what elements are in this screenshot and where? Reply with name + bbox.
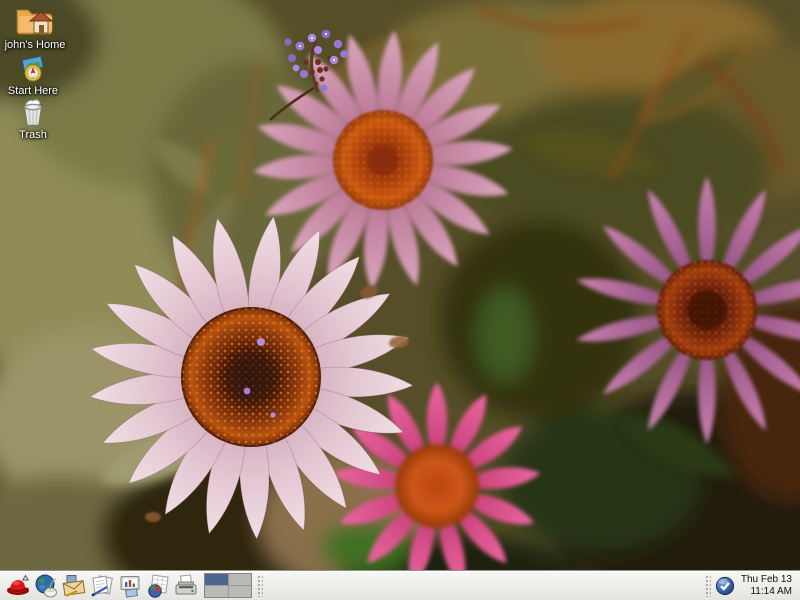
launcher-spreadsheet[interactable] (144, 572, 171, 599)
launcher-web-browser[interactable] (32, 572, 59, 599)
workspace-cell-2[interactable] (229, 574, 252, 585)
desktop-icon-label: Start Here (8, 85, 58, 97)
workspace-switcher (204, 573, 252, 598)
taskbar-panel: Thu Feb 13 11:14 AM (0, 570, 800, 600)
launcher-main-menu[interactable] (4, 572, 31, 599)
spreadsheet-icon (145, 573, 171, 599)
desktop-icon-label: Trash (19, 129, 47, 141)
desktop-icon-johns-home[interactable]: john's Home (2, 5, 68, 51)
clock[interactable]: Thu Feb 13 11:14 AM (736, 574, 797, 597)
panel-launchers (0, 572, 266, 599)
desktop-icon-start-here[interactable]: Start Here (0, 56, 66, 97)
clock-time: 11:14 AM (741, 586, 792, 598)
clock-date: Thu Feb 13 (741, 574, 792, 586)
launcher-presentation[interactable] (116, 572, 143, 599)
panel-handle-left[interactable] (256, 574, 263, 597)
trash-icon (20, 99, 46, 126)
launcher-word-processor[interactable] (88, 572, 115, 599)
panel-notification-area: Thu Feb 13 11:14 AM (701, 574, 800, 597)
word-processor-icon (89, 573, 115, 599)
desktop[interactable]: john's Home Start Here Trash (0, 0, 800, 600)
update-check-icon (715, 576, 735, 596)
workspace-cell-3[interactable] (205, 586, 228, 597)
email-icon (61, 573, 87, 599)
launcher-email[interactable] (60, 572, 87, 599)
web-browser-icon (33, 573, 59, 599)
panel-handle-right[interactable] (704, 574, 711, 597)
desktop-icon-label: john's Home (5, 39, 66, 51)
update-notifier-button[interactable] (714, 575, 736, 597)
red-hat-menu-icon (5, 573, 31, 599)
printer-icon (173, 573, 199, 599)
launcher-printer[interactable] (172, 572, 199, 599)
wallpaper-image (0, 0, 800, 600)
workspace-cell-4[interactable] (229, 586, 252, 597)
workspace-cell-1[interactable] (205, 574, 228, 585)
start-here-icon (18, 56, 48, 82)
presentation-icon (117, 573, 143, 599)
desktop-icon-trash[interactable]: Trash (0, 99, 66, 141)
home-folder-icon (15, 5, 55, 36)
